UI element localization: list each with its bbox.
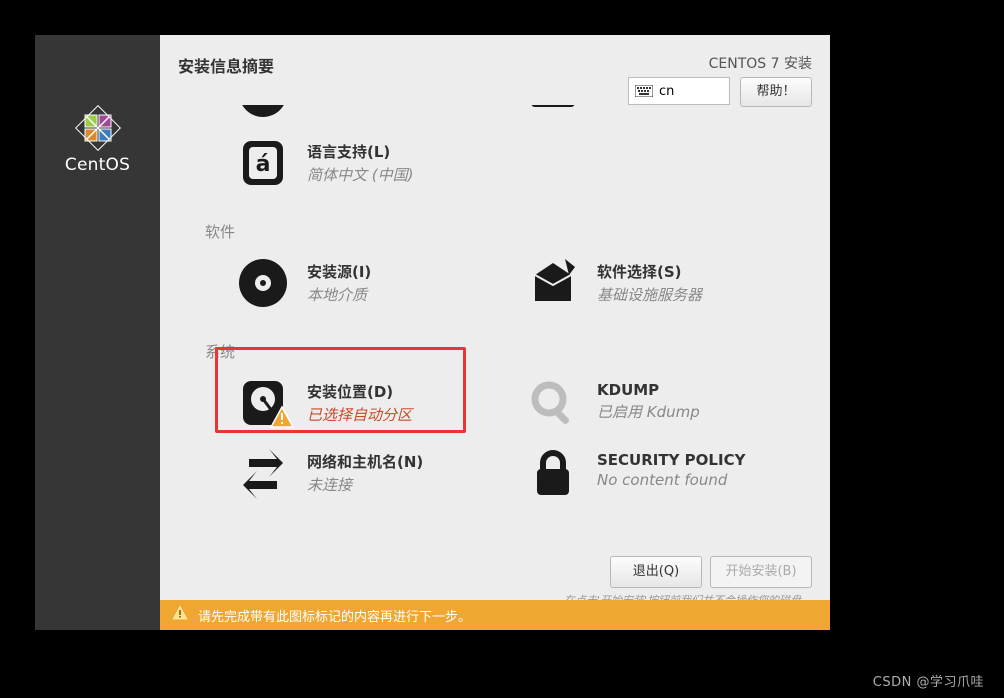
installer-window: CentOS 安装信息摘要 CENTOS 7 安装 cn 帮助！ bbox=[35, 35, 830, 630]
spoke-title: SECURITY POLICY bbox=[597, 451, 745, 469]
header: 安装信息摘要 CENTOS 7 安装 cn 帮助！ bbox=[160, 35, 830, 105]
centos-logo: CentOS bbox=[35, 105, 160, 175]
spoke-status: 已启用 Kdump bbox=[597, 401, 700, 422]
spoke-title: 安装位置(D) bbox=[307, 381, 412, 402]
warning-bar-icon bbox=[172, 605, 188, 625]
keyboard-icon bbox=[635, 85, 653, 97]
keyboard-layout-input[interactable]: cn bbox=[628, 77, 730, 105]
language-icon: á bbox=[235, 135, 291, 191]
footer: 退出(Q) 开始安装(B) 在点击'开始安装'按钮前我们并不会操作您的磁盘。 bbox=[160, 550, 830, 600]
sidebar: CentOS bbox=[35, 35, 160, 630]
keyboard-layout-value: cn bbox=[659, 84, 674, 99]
svg-text:á: á bbox=[256, 152, 271, 177]
product-title: CENTOS 7 安装 bbox=[709, 53, 812, 73]
magnifier-icon bbox=[525, 375, 581, 431]
network-icon bbox=[235, 445, 291, 501]
datetime-icon bbox=[235, 105, 291, 121]
spoke-title: 软件选择(S) bbox=[597, 261, 702, 282]
main-content: á 语言支持(L) 简体中文 (中国) 软件 安装源(I) 本地介质 bbox=[160, 105, 830, 570]
lock-icon bbox=[525, 445, 581, 501]
spoke-title: 安装源(I) bbox=[307, 261, 371, 282]
package-icon bbox=[525, 255, 581, 311]
help-button[interactable]: 帮助！ bbox=[740, 77, 812, 107]
quit-button[interactable]: 退出(Q) bbox=[610, 556, 702, 588]
category-software: 软件 bbox=[205, 221, 235, 242]
brand-text: CentOS bbox=[35, 155, 160, 175]
spoke-title: 语言支持(L) bbox=[307, 141, 413, 162]
spoke-status: 未连接 bbox=[307, 474, 423, 495]
spoke-status: 简体中文 (中国) bbox=[307, 164, 413, 185]
spoke-status: 本地介质 bbox=[307, 284, 371, 305]
warning-icon bbox=[269, 405, 295, 431]
centos-icon bbox=[75, 105, 121, 151]
keyboard-spoke-icon bbox=[525, 105, 581, 121]
watermark: CSDN @学习爪哇 bbox=[873, 671, 984, 690]
spoke-status: 已选择自动分区 bbox=[307, 404, 412, 425]
disc-icon bbox=[235, 255, 291, 311]
spoke-title: KDUMP bbox=[597, 381, 700, 399]
spoke-status: 基础设施服务器 bbox=[597, 284, 702, 305]
warning-bar-text: 请先完成带有此图标标记的内容再进行下一步。 bbox=[198, 606, 471, 625]
page-title: 安装信息摘要 bbox=[178, 53, 274, 77]
spoke-status: No content found bbox=[597, 471, 745, 489]
warning-bar[interactable]: 请先完成带有此图标标记的内容再进行下一步。 bbox=[160, 600, 830, 630]
spoke-title: 网络和主机名(N) bbox=[307, 451, 423, 472]
begin-install-button: 开始安装(B) bbox=[710, 556, 812, 588]
